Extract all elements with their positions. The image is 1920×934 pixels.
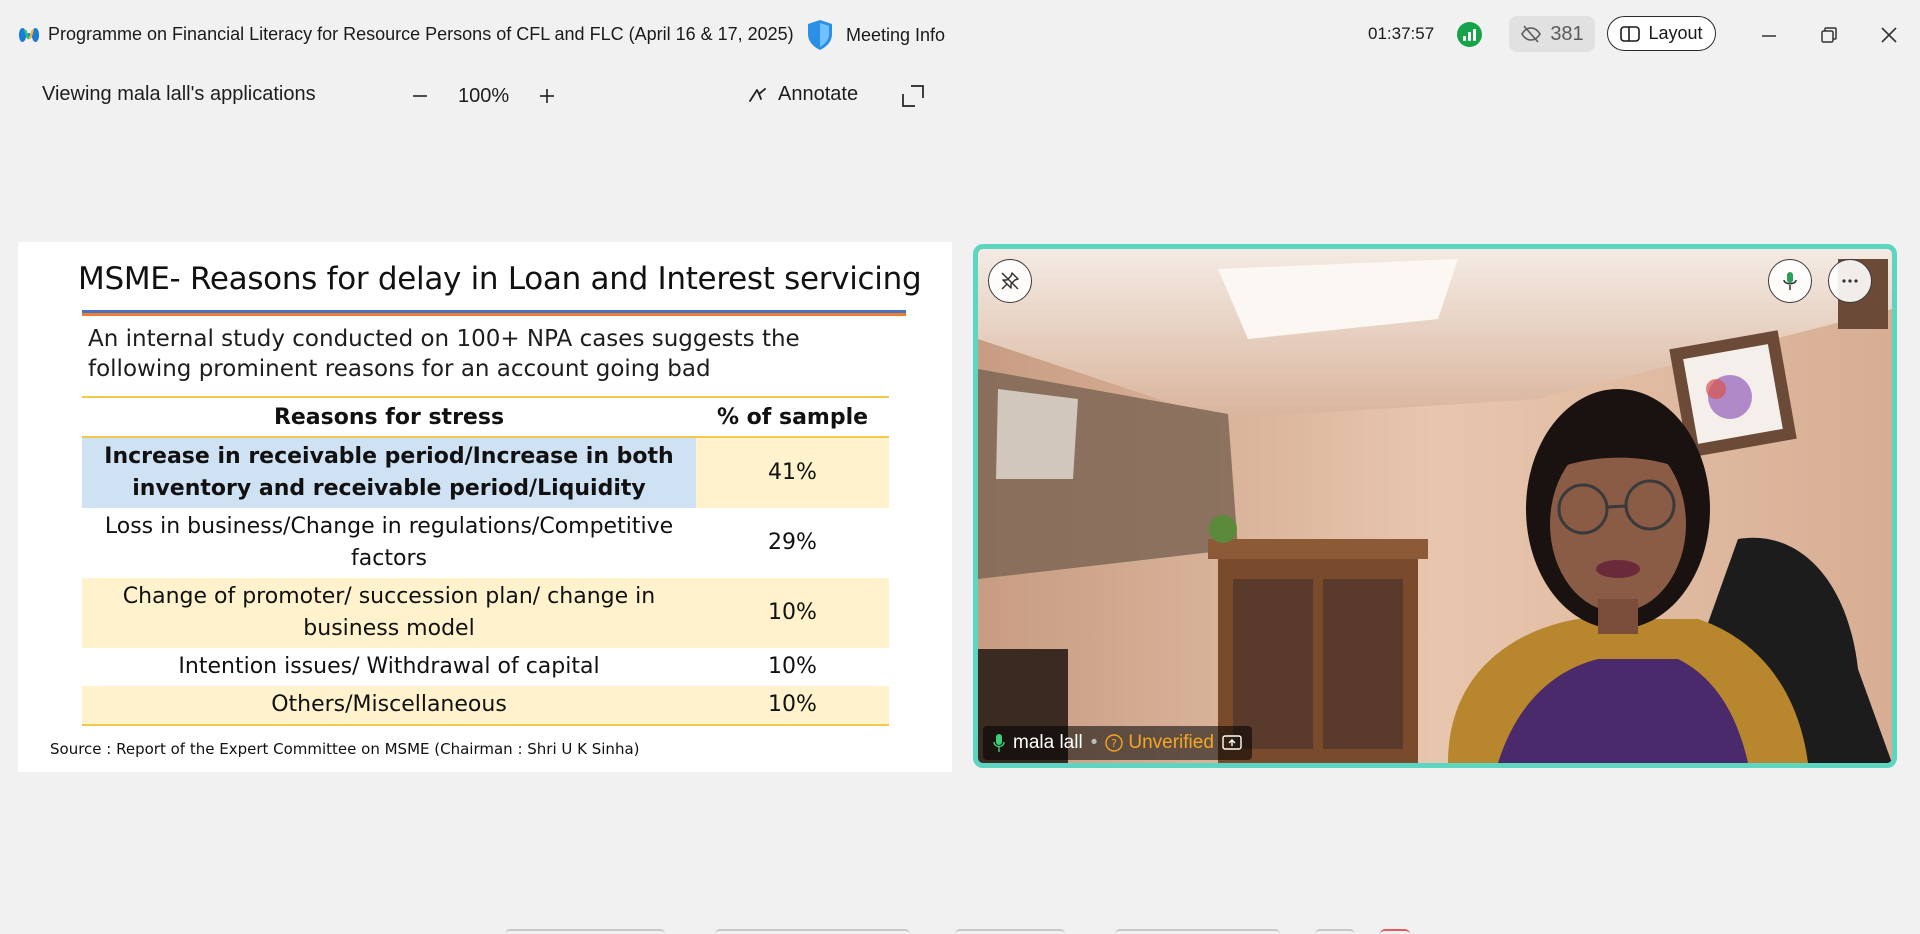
annotate-button[interactable]: Annotate bbox=[748, 83, 858, 106]
percent-cell: 29% bbox=[768, 530, 817, 555]
table-row: Loss in business/Change in regulations/C… bbox=[82, 508, 889, 578]
bottom-toolbar-fragment bbox=[955, 929, 1065, 934]
participant-name: mala lall bbox=[1013, 732, 1083, 753]
meeting-info-label: Meeting Info bbox=[846, 24, 946, 45]
annotate-pen-icon bbox=[749, 87, 766, 102]
participant-video bbox=[978, 249, 1892, 763]
zoom-out-button[interactable] bbox=[405, 82, 435, 110]
bottom-toolbar-fragment bbox=[1380, 929, 1410, 934]
microphone-icon bbox=[1783, 272, 1797, 290]
microphone-icon bbox=[993, 734, 1005, 752]
table-row: Increase in receivable period/Increase i… bbox=[82, 437, 889, 508]
plus-icon bbox=[540, 89, 554, 103]
restore-button[interactable] bbox=[1814, 20, 1844, 50]
layout-label: Layout bbox=[1648, 23, 1703, 43]
percent-cell: 10% bbox=[696, 578, 889, 648]
participant-video-tile[interactable]: mala lall • ? Unverified bbox=[973, 244, 1897, 768]
table-header: % of sample bbox=[696, 396, 889, 438]
viewer-count: 381 bbox=[1550, 22, 1584, 45]
shield-icon bbox=[808, 20, 832, 50]
help-circle-icon: ? bbox=[1105, 734, 1124, 752]
reason-cell: Others/Miscellaneous bbox=[82, 686, 696, 726]
unverified-label: Unverified bbox=[1128, 732, 1214, 753]
table-row: Intention issues/ Withdrawal of capital … bbox=[82, 648, 889, 686]
slide-source: Source : Report of the Expert Committee … bbox=[50, 740, 640, 758]
minimize-button[interactable] bbox=[1754, 20, 1784, 50]
layout-button[interactable]: Layout bbox=[1607, 16, 1716, 51]
annotate-label: Annotate bbox=[778, 83, 859, 105]
stress-table: Reasons for stress % of sample Increase … bbox=[82, 396, 889, 726]
table-row: Change of promoter/ succession plan/ cha… bbox=[82, 578, 889, 648]
slide-title: MSME- Reasons for delay in Loan and Inte… bbox=[78, 261, 922, 297]
minus-icon bbox=[413, 95, 427, 97]
bottom-toolbar-fragment bbox=[1315, 929, 1355, 934]
bottom-toolbar-fragment bbox=[505, 929, 665, 934]
meeting-info-button[interactable]: Meeting Info bbox=[806, 19, 945, 51]
close-icon bbox=[1881, 27, 1897, 43]
meeting-title: Programme on Financial Literacy for Reso… bbox=[48, 24, 794, 44]
share-screen-icon bbox=[1222, 735, 1242, 750]
eye-off-icon bbox=[1521, 25, 1542, 43]
participant-name-badge: mala lall • ? Unverified bbox=[983, 726, 1252, 760]
table-row: Others/Miscellaneous 10% bbox=[82, 686, 889, 726]
mic-status-button[interactable] bbox=[1768, 259, 1812, 303]
more-options-icon bbox=[1842, 279, 1858, 283]
network-signal-icon[interactable] bbox=[1457, 22, 1482, 47]
layout-icon bbox=[1620, 25, 1641, 42]
percent-cell: 10% bbox=[768, 654, 817, 679]
slide-title-rule bbox=[82, 310, 906, 316]
percent-cell: 10% bbox=[696, 686, 889, 726]
slide-intro: An internal study conducted on 100+ NPA … bbox=[88, 326, 800, 382]
percent-cell: 41% bbox=[696, 437, 889, 508]
title-bar: Programme on Financial Literacy for Reso… bbox=[0, 0, 1920, 70]
restore-icon bbox=[1821, 27, 1837, 43]
table-header-row: Reasons for stress % of sample bbox=[82, 396, 889, 438]
table-header: Reasons for stress bbox=[82, 396, 696, 438]
unpin-icon bbox=[1001, 272, 1019, 290]
minimize-icon bbox=[1762, 35, 1776, 37]
bottom-toolbar-fragment bbox=[1115, 929, 1280, 934]
reason-cell: Intention issues/ Withdrawal of capital bbox=[178, 654, 600, 679]
viewer-count-button[interactable]: 381 bbox=[1509, 16, 1595, 52]
svg-text:?: ? bbox=[1111, 737, 1117, 750]
unverified-status[interactable]: ? Unverified bbox=[1105, 732, 1214, 754]
more-options-button[interactable] bbox=[1828, 259, 1872, 303]
reason-cell: Increase in receivable period/Increase i… bbox=[82, 437, 696, 508]
shared-content: MSME- Reasons for delay in Loan and Inte… bbox=[18, 242, 952, 772]
fullscreen-icon[interactable] bbox=[900, 83, 926, 109]
zoom-level: 100% bbox=[458, 85, 510, 107]
webex-logo-icon bbox=[19, 27, 39, 43]
reason-cell: Change of promoter/ succession plan/ cha… bbox=[82, 578, 696, 648]
bottom-toolbar-fragment bbox=[715, 929, 910, 934]
viewing-label: Viewing mala lall's applications bbox=[42, 83, 316, 105]
meeting-timer: 01:37:57 bbox=[1368, 24, 1435, 43]
close-button[interactable] bbox=[1874, 20, 1904, 50]
reason-cell: Loss in business/Change in regulations/C… bbox=[104, 514, 674, 571]
separator-dot: • bbox=[1090, 732, 1098, 753]
unpin-button[interactable] bbox=[988, 259, 1032, 303]
zoom-in-button[interactable] bbox=[532, 82, 562, 110]
